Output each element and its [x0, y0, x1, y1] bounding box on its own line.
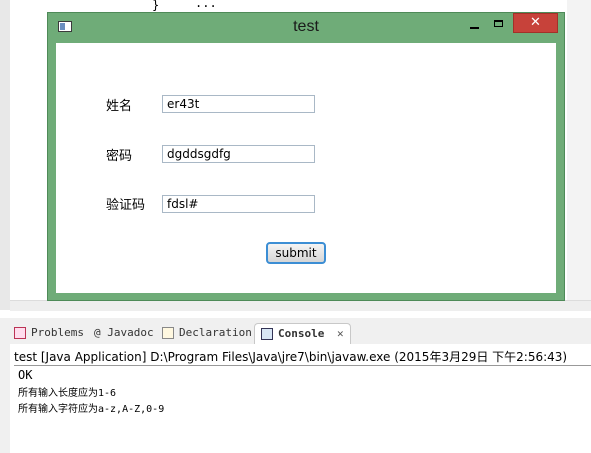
name-label: 姓名 [106, 99, 133, 114]
console-header: test [Java Application] D:\Program Files… [14, 350, 568, 364]
captcha-label: 验证码 [106, 198, 146, 213]
form-panel: 姓名 er43t 密码 dgddsgdfg 验证码 fdsl# submit [56, 43, 556, 293]
tab-problems[interactable]: Problems [14, 323, 84, 343]
close-tab-icon[interactable]: ✕ [337, 327, 344, 340]
console-divider [14, 365, 591, 366]
app-window: test ✕ 姓名 er43t 密码 dgddsgdfg 验证码 fdsl# s… [47, 12, 565, 301]
close-icon: ✕ [530, 15, 541, 30]
code-fragment: ... [195, 0, 217, 10]
tab-label: Declaration [179, 326, 252, 339]
close-button[interactable]: ✕ [513, 13, 558, 33]
tab-console[interactable]: Console ✕ [254, 323, 351, 344]
tab-declaration[interactable]: Declaration [162, 323, 252, 343]
window-titlebar[interactable]: test ✕ [48, 13, 564, 42]
tab-label: Console [278, 327, 325, 340]
editor-scroll-area[interactable] [567, 0, 591, 300]
problems-icon [14, 327, 26, 339]
console-line: 所有输入长度应为1-6 [18, 388, 117, 399]
console-line: OK [18, 368, 33, 382]
declaration-icon [162, 327, 174, 339]
password-label: 密码 [106, 149, 133, 164]
view-tabbar: Problems @ Javadoc Declaration Console ✕ [10, 320, 591, 344]
minimize-button[interactable] [464, 15, 488, 35]
editor-gutter [0, 0, 10, 310]
captcha-field[interactable]: fdsl# [162, 195, 315, 213]
tab-label: @ Javadoc [94, 326, 154, 339]
console-line: 所有输入字符应为a-z,A-Z,0-9 [18, 404, 165, 415]
tab-javadoc[interactable]: @ Javadoc [94, 323, 154, 343]
maximize-button[interactable] [490, 15, 514, 35]
console-view[interactable]: test [Java Application] D:\Program Files… [10, 344, 591, 453]
password-field[interactable]: dgddsgdfg [162, 145, 315, 163]
code-line: } [152, 0, 160, 12]
name-field[interactable]: er43t [162, 95, 315, 113]
console-icon [261, 328, 273, 340]
tab-label: Problems [31, 326, 84, 339]
editor-bottom-edge [10, 300, 591, 311]
submit-button[interactable]: submit [266, 242, 326, 264]
